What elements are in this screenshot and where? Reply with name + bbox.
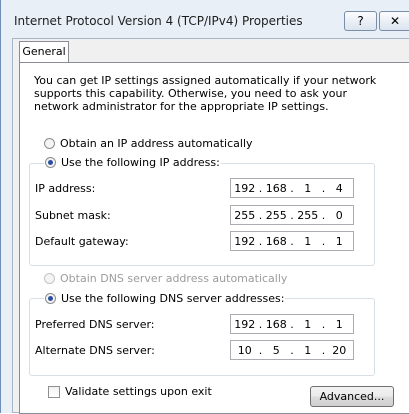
obtain-ip-auto-label: Obtain an IP address automatically <box>60 137 253 150</box>
default-gateway-label: Default gateway: <box>35 235 129 248</box>
octet-dot: . <box>258 234 263 248</box>
octet-dot: . <box>258 181 263 195</box>
alternate-dns-label: Alternate DNS server: <box>35 344 155 357</box>
octet[interactable]: 10 <box>234 344 256 357</box>
octet[interactable]: 20 <box>328 344 350 357</box>
octet[interactable]: 1 <box>297 182 319 195</box>
octet[interactable]: 168 <box>265 182 287 195</box>
use-following-dns-label: Use the following DNS server addresses: <box>61 292 285 305</box>
window-title: Internet Protocol Version 4 (TCP/IPv4) P… <box>14 14 303 28</box>
octet[interactable]: 1 <box>328 235 350 248</box>
octet[interactable]: 255 <box>234 209 256 222</box>
preferred-dns-input[interactable]: 192. 168. 1. 1 <box>230 314 354 334</box>
validate-settings-label: Validate settings upon exit <box>65 385 212 398</box>
octet-dot: . <box>290 234 294 248</box>
use-following-ip-label: Use the following IP address: <box>61 156 220 169</box>
octet-dot: . <box>258 317 263 331</box>
octet[interactable]: 192 <box>234 182 256 195</box>
intro-text: You can get IP settings assigned automat… <box>34 74 377 113</box>
octet-dot: . <box>290 343 294 357</box>
obtain-dns-auto-label: Obtain DNS server address automatically <box>60 272 288 285</box>
obtain-ip-auto-radio[interactable] <box>44 138 55 149</box>
octet[interactable]: 168 <box>265 235 287 248</box>
obtain-dns-auto-option: Obtain DNS server address automatically <box>44 272 287 285</box>
octet-dot: . <box>258 208 263 222</box>
use-following-ip-option[interactable]: Use the following IP address: <box>44 156 221 169</box>
help-button[interactable]: ? <box>344 11 377 31</box>
octet-dot: . <box>290 181 294 195</box>
default-gateway-input[interactable]: 192. 168. 1. 1 <box>230 231 354 251</box>
octet-dot: . <box>258 343 263 357</box>
octet[interactable]: 1 <box>297 318 319 331</box>
dialog-client-area: General You can get IP settings assigned… <box>12 38 409 414</box>
preferred-dns-label: Preferred DNS server: <box>35 318 155 331</box>
octet[interactable]: 1 <box>297 235 319 248</box>
tab-general[interactable]: General <box>19 41 69 63</box>
validate-settings-option[interactable]: Validate settings upon exit <box>48 385 212 398</box>
octet[interactable]: 192 <box>234 318 256 331</box>
ip-address-label: IP address: <box>35 182 96 195</box>
use-following-ip-radio[interactable] <box>45 157 56 168</box>
octet[interactable]: 0 <box>328 209 350 222</box>
octet-dot: . <box>290 317 294 331</box>
close-button[interactable]: ✕ <box>379 11 409 31</box>
octet[interactable]: 192 <box>234 235 256 248</box>
octet-dot: . <box>290 208 294 222</box>
octet-dot: . <box>321 208 326 222</box>
octet[interactable]: 1 <box>328 318 350 331</box>
use-following-dns-option[interactable]: Use the following DNS server addresses: <box>44 292 286 305</box>
dialog-window: Internet Protocol Version 4 (TCP/IPv4) P… <box>0 0 409 414</box>
use-following-dns-radio[interactable] <box>45 293 56 304</box>
octet[interactable]: 168 <box>265 318 287 331</box>
octet[interactable]: 1 <box>297 344 319 357</box>
octet[interactable]: 255 <box>265 209 287 222</box>
octet-dot: . <box>321 234 326 248</box>
subnet-mask-label: Subnet mask: <box>35 209 111 222</box>
obtain-dns-auto-radio <box>44 273 55 284</box>
subnet-mask-input[interactable]: 255. 255. 255. 0 <box>230 205 354 225</box>
ip-address-input[interactable]: 192. 168. 1. 4 <box>230 178 354 198</box>
octet-dot: . <box>321 343 326 357</box>
octet-dot: . <box>321 181 326 195</box>
obtain-ip-auto-option[interactable]: Obtain an IP address automatically <box>44 137 253 150</box>
octet[interactable]: 5 <box>265 344 287 357</box>
general-tab-panel: You can get IP settings assigned automat… <box>19 62 409 414</box>
dns-server-group <box>29 298 375 376</box>
advanced-button[interactable]: Advanced... <box>310 386 394 407</box>
octet[interactable]: 4 <box>328 182 350 195</box>
alternate-dns-input[interactable]: 10. 5. 1. 20 <box>230 340 354 360</box>
validate-settings-checkbox[interactable] <box>48 385 60 398</box>
octet[interactable]: 255 <box>297 209 319 222</box>
octet-dot: . <box>321 317 326 331</box>
